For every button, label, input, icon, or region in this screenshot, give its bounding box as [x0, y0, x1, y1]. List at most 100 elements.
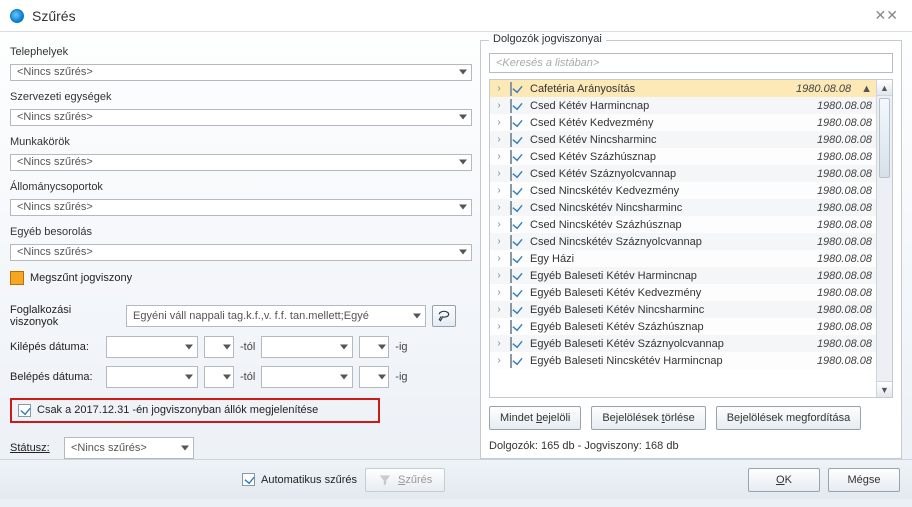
belepes-from-date[interactable]: [106, 366, 198, 388]
list-item[interactable]: ›Egyéb Baleseti Kétév Kedvezmény1980.08.…: [490, 284, 876, 301]
list-item[interactable]: ›Csed Nincskétév Százhúsznap1980.08.08: [490, 216, 876, 233]
list-item[interactable]: ›Csed Kétév Harmincnap1980.08.08: [490, 97, 876, 114]
select-all-button[interactable]: Mindet bejelöli: [489, 406, 581, 430]
scrollbar[interactable]: ▲ ▼: [876, 80, 892, 397]
kilepes-to-date[interactable]: [261, 336, 353, 358]
chevron-right-icon: ›: [494, 287, 504, 298]
row-checkbox[interactable]: [510, 82, 512, 96]
scroll-up-icon[interactable]: ▲: [877, 80, 892, 96]
row-checkbox[interactable]: [510, 303, 512, 317]
row-name: Egy Házi: [530, 253, 811, 265]
only-on-date-label: Csak a 2017.12.31 -én jogviszonyban álló…: [37, 404, 318, 416]
search-input[interactable]: <Keresés a listában>: [489, 53, 893, 73]
row-checkbox[interactable]: [510, 286, 512, 300]
app-icon: [10, 9, 24, 23]
row-checkbox[interactable]: [510, 337, 512, 351]
egyeb-combo[interactable]: <Nincs szűrés>: [10, 244, 472, 261]
foglalkozasi-label: Foglalkozási viszonyok: [10, 304, 120, 328]
funnel-icon: [378, 473, 392, 487]
kilepes-from-time[interactable]: [204, 336, 234, 358]
munkakorok-label: Munkakörök: [10, 136, 472, 148]
chevron-right-icon: ›: [494, 83, 504, 94]
list-item[interactable]: ›Egyéb Baleseti Kétév Százhúsznap1980.08…: [490, 318, 876, 335]
search-placeholder: <Keresés a listában>: [496, 57, 599, 69]
row-name: Csed Kétév Kedvezmény: [530, 117, 811, 129]
allomany-combo[interactable]: <Nincs szűrés>: [10, 199, 472, 216]
kilepes-to-time[interactable]: [359, 336, 389, 358]
chevron-down-icon: [459, 115, 467, 120]
szervezeti-label: Szervezeti egységek: [10, 91, 472, 103]
row-checkbox[interactable]: [510, 116, 512, 130]
filter-button[interactable]: Szűrés: [365, 468, 445, 492]
chevron-right-icon: ›: [494, 236, 504, 247]
list-item[interactable]: ›Egyéb Baleseti Nincskétév Harmincnap198…: [490, 352, 876, 369]
row-date: 1980.08.08: [817, 185, 872, 197]
row-checkbox[interactable]: [510, 133, 512, 147]
row-checkbox[interactable]: [510, 201, 512, 215]
row-checkbox[interactable]: [510, 218, 512, 232]
invert-selection-button[interactable]: Bejelölések megfordítása: [716, 406, 862, 430]
status-combo[interactable]: <Nincs szűrés>: [64, 437, 194, 459]
list-item[interactable]: ›Csed Kétév Száznyolcvannap1980.08.08: [490, 165, 876, 182]
list-item[interactable]: ›Csed Kétév Százhúsznap1980.08.08: [490, 148, 876, 165]
kilepes-from-date[interactable]: [106, 336, 198, 358]
belepes-to-time[interactable]: [359, 366, 389, 388]
list-item[interactable]: ›Egyéb Baleseti Kétév Nincsharminc1980.0…: [490, 301, 876, 318]
chevron-right-icon: ›: [494, 202, 504, 213]
row-date: 1980.08.08: [817, 202, 872, 214]
list-item[interactable]: ›Csed Kétév Nincsharminc1980.08.08: [490, 131, 876, 148]
row-checkbox[interactable]: [510, 320, 512, 334]
chevron-down-icon: [185, 374, 193, 379]
list-item[interactable]: ›Egy Házi1980.08.08: [490, 250, 876, 267]
kilepes-label: Kilépés dátuma:: [10, 341, 100, 353]
row-checkbox[interactable]: [510, 184, 512, 198]
row-checkbox[interactable]: [510, 99, 512, 113]
row-checkbox[interactable]: [510, 354, 512, 368]
szervezeti-combo[interactable]: <Nincs szűrés>: [10, 109, 472, 126]
foglalkozasi-combo[interactable]: Egyéni váll nappali tag.k.f.,v. f.f. tan…: [126, 305, 426, 327]
row-checkbox[interactable]: [510, 150, 512, 164]
list-item[interactable]: ›Csed Nincskétév Kedvezmény1980.08.08: [490, 182, 876, 199]
chevron-right-icon: ›: [494, 134, 504, 145]
footer: Automatikus szűrés Szűrés OK Mégse: [0, 459, 912, 499]
row-date: 1980.08.08: [817, 321, 872, 333]
ok-button[interactable]: OK: [748, 468, 820, 492]
list-item[interactable]: ›Csed Nincskétév Száznyolcvannap1980.08.…: [490, 233, 876, 250]
telephelyek-combo[interactable]: <Nincs szűrés>: [10, 64, 472, 81]
foglalkozasi-value: Egyéni váll nappali tag.k.f.,v. f.f. tan…: [133, 310, 369, 322]
lasso-tool-button[interactable]: [432, 305, 456, 327]
egyeb-label: Egyéb besorolás: [10, 226, 472, 238]
only-on-date-checkbox[interactable]: [18, 404, 31, 417]
employees-list: ›Cafetéria Arányosítás1980.08.08▲›Csed K…: [489, 79, 893, 398]
window-title: Szűrés: [32, 8, 76, 24]
munkakorok-value: <Nincs szűrés>: [17, 156, 93, 168]
row-checkbox[interactable]: [510, 167, 512, 181]
status-label: Státusz:: [10, 442, 58, 454]
list-item[interactable]: ›Egyéb Baleseti Kétév Harmincnap1980.08.…: [490, 267, 876, 284]
list-item[interactable]: ›Cafetéria Arányosítás1980.08.08▲: [490, 80, 876, 97]
allomany-value: <Nincs szűrés>: [17, 201, 93, 213]
scroll-thumb[interactable]: [879, 98, 890, 178]
list-item[interactable]: ›Egyéb Baleseti Kétév Száznyolcvannap198…: [490, 335, 876, 352]
chevron-down-icon: [181, 445, 189, 450]
belepes-to-date[interactable]: [261, 366, 353, 388]
row-checkbox[interactable]: [510, 235, 512, 249]
munkakorok-combo[interactable]: <Nincs szűrés>: [10, 154, 472, 171]
scroll-down-icon[interactable]: ▼: [877, 381, 892, 397]
row-checkbox[interactable]: [510, 269, 512, 283]
chevron-down-icon: [459, 70, 467, 75]
list-item[interactable]: ›Csed Nincskétév Nincsharminc1980.08.08: [490, 199, 876, 216]
chevron-right-icon: ›: [494, 117, 504, 128]
auto-filter-checkbox[interactable]: [242, 473, 255, 486]
close-icon[interactable]: ✕✕: [871, 5, 902, 26]
list-item[interactable]: ›Csed Kétév Kedvezmény1980.08.08: [490, 114, 876, 131]
belepes-from-time[interactable]: [204, 366, 234, 388]
row-checkbox[interactable]: [510, 252, 512, 266]
szervezeti-value: <Nincs szűrés>: [17, 111, 93, 123]
megszunt-row: Megszűnt jogviszony: [10, 271, 472, 285]
cancel-button[interactable]: Mégse: [828, 468, 900, 492]
chevron-down-icon: [459, 250, 467, 255]
sort-up-icon: ▲: [861, 83, 872, 95]
chevron-down-icon: [459, 205, 467, 210]
clear-selection-button[interactable]: Bejelölések törlése: [591, 406, 705, 430]
